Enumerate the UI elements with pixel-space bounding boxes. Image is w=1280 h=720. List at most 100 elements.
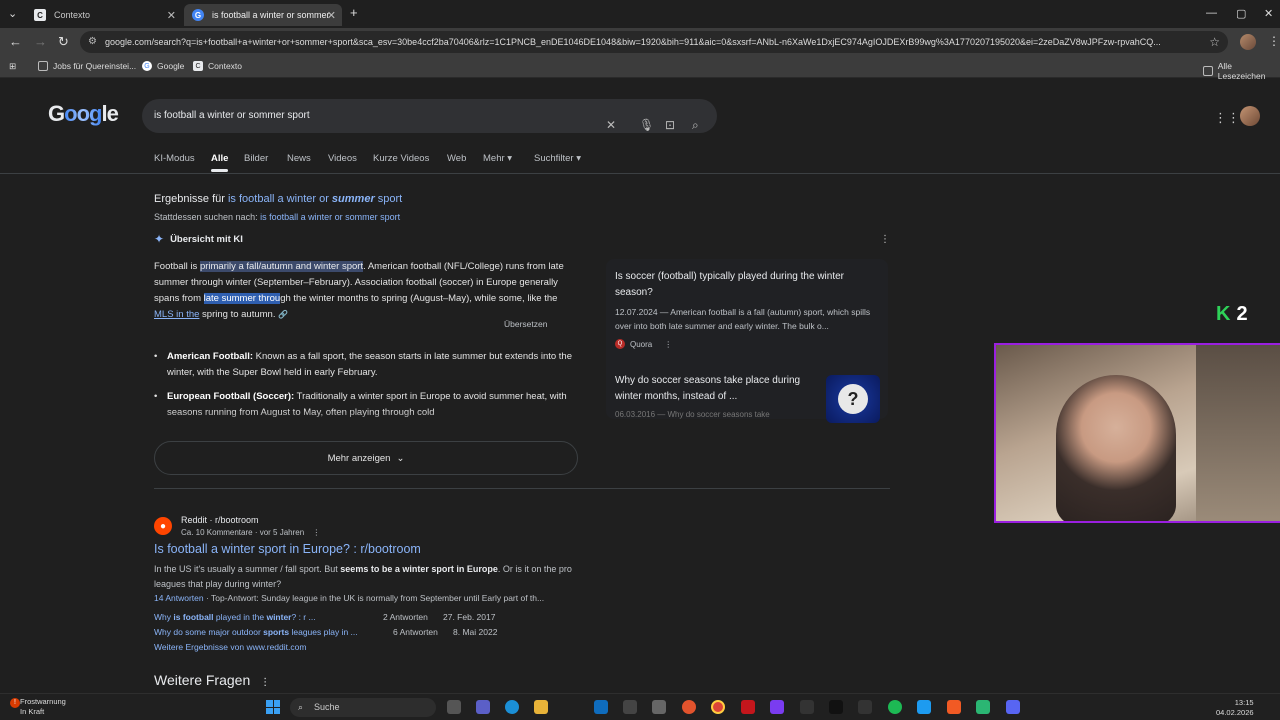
- ai-highlight: primarily a fall/autumn and winter sport: [199, 261, 364, 272]
- more-options-icon[interactable]: ⋮: [880, 234, 890, 245]
- close-tab-icon[interactable]: ✕: [327, 9, 336, 22]
- corrected-query-link[interactable]: is football a winter or summer sport: [228, 193, 402, 205]
- active-tab-indicator: [211, 169, 228, 172]
- clear-icon[interactable]: ✕: [606, 108, 616, 142]
- bookmark-contexto[interactable]: C Contexto: [193, 61, 242, 71]
- mls-link[interactable]: MLS in the: [154, 309, 199, 320]
- more-results-link[interactable]: Weitere Ergebnisse von www.reddit.com: [154, 642, 306, 652]
- search-instead: Stattdessen suchen nach: is football a w…: [154, 212, 400, 222]
- bookmark-google[interactable]: G Google: [142, 61, 184, 71]
- bookmark-label: Jobs für Quereinstei...: [53, 61, 137, 71]
- ai-text-part: spring to autumn.: [199, 309, 276, 320]
- link-icon[interactable]: 🔗: [278, 310, 288, 319]
- more-options-icon[interactable]: ⋮: [664, 340, 672, 349]
- show-more-button[interactable]: Mehr anzeigen ⌄: [154, 441, 578, 475]
- browser-tab-strip: ⌄ C Contexto ✕ G is football a winter or…: [0, 0, 1280, 28]
- translate-tooltip[interactable]: Übersetzen: [504, 319, 547, 329]
- task-view-icon[interactable]: [447, 700, 461, 714]
- app-icon[interactable]: [652, 700, 666, 714]
- app-icon[interactable]: [976, 700, 990, 714]
- teams-icon[interactable]: [476, 700, 490, 714]
- original-query-link[interactable]: is football a winter or sommer sport: [260, 212, 400, 222]
- close-tab-icon[interactable]: ✕: [167, 9, 176, 22]
- all-bookmarks[interactable]: Alle Lesezeichen: [1203, 61, 1280, 81]
- windows-taskbar: ! Frostwarnung In Kraft ⌕ Suche 13:15 04…: [0, 693, 1280, 720]
- result-title-link[interactable]: Is football a winter sport in Europe? : …: [154, 542, 421, 556]
- tab-web[interactable]: Web: [447, 153, 466, 164]
- browser-menu-icon[interactable]: ⋮: [1268, 34, 1280, 48]
- google-favicon-icon: G: [192, 9, 204, 21]
- google-logo[interactable]: Google: [48, 101, 119, 127]
- back-arrow-icon[interactable]: ←: [9, 34, 22, 49]
- close-window-icon[interactable]: ✕: [1264, 7, 1273, 20]
- address-bar[interactable]: ⚙ google.com/search?q=is+football+a+wint…: [80, 31, 1228, 53]
- google-account-avatar[interactable]: [1240, 106, 1260, 126]
- webcam-overlay: [994, 343, 1280, 523]
- app-icon[interactable]: [947, 700, 961, 714]
- tab-alle[interactable]: Alle: [211, 153, 228, 164]
- lens-icon[interactable]: ⊡: [665, 108, 675, 142]
- capcut-icon[interactable]: [858, 700, 872, 714]
- answers-link[interactable]: 14 Antworten: [154, 593, 204, 603]
- source-question-2[interactable]: Why do soccer seasons take place during …: [615, 373, 825, 405]
- taskbar-clock[interactable]: 13:15 04.02.2026: [1216, 698, 1254, 718]
- bookmark-jobs[interactable]: Jobs für Quereinstei...: [38, 61, 136, 71]
- store-icon[interactable]: [623, 700, 637, 714]
- taskbar-search[interactable]: ⌕ Suche: [290, 698, 436, 717]
- related-result-2[interactable]: Why do some major outdoor sports leagues…: [154, 627, 497, 637]
- new-tab-button[interactable]: +: [350, 5, 358, 20]
- tiktok-icon[interactable]: [829, 700, 843, 714]
- tab-suchfilter[interactable]: Suchfilter ▾: [534, 153, 581, 164]
- browser-profile-avatar[interactable]: [1240, 34, 1256, 50]
- tab-kurze-videos[interactable]: Kurze Videos: [373, 153, 429, 164]
- site-info-icon[interactable]: ⚙: [88, 31, 97, 53]
- chrome-icon[interactable]: [711, 700, 725, 714]
- app-icon[interactable]: [682, 700, 696, 714]
- search-icon[interactable]: ⌕: [692, 108, 699, 142]
- spell-prefix: Ergebnisse für: [154, 193, 228, 205]
- tab-bilder[interactable]: Bilder: [244, 153, 268, 164]
- question-thumbnail[interactable]: ?: [826, 375, 880, 423]
- source-quora[interactable]: Q Quora ⋮: [615, 339, 672, 349]
- file-explorer-icon[interactable]: [534, 700, 548, 714]
- edge-icon[interactable]: [505, 700, 519, 714]
- bookmark-label: Contexto: [208, 61, 243, 71]
- start-button[interactable]: [266, 700, 280, 714]
- result-site[interactable]: Reddit · r/bootroom: [181, 515, 259, 525]
- tab-videos[interactable]: Videos: [328, 153, 357, 164]
- discord-icon[interactable]: [1006, 700, 1020, 714]
- apps-grid-icon[interactable]: ⊞: [9, 61, 16, 72]
- app-icon[interactable]: [800, 700, 814, 714]
- spelling-correction: Ergebnisse für is football a winter or s…: [154, 193, 402, 205]
- logo-part: oog: [64, 101, 102, 126]
- related-result-1[interactable]: Why is football played in the winter? : …: [154, 612, 495, 622]
- source-question-1[interactable]: Is soccer (football) typically played du…: [615, 269, 883, 301]
- maximize-icon[interactable]: ▢: [1236, 7, 1246, 20]
- bookmark-star-icon[interactable]: ☆: [1209, 31, 1220, 53]
- tab-google-search[interactable]: G is football a winter or sommer spo ✕: [184, 4, 342, 26]
- reddit-icon: ●: [154, 517, 172, 535]
- app-icon[interactable]: [741, 700, 755, 714]
- tab-mehr[interactable]: Mehr ▾: [483, 153, 512, 164]
- minimize-icon[interactable]: —: [1206, 7, 1217, 19]
- forward-arrow-icon[interactable]: →: [34, 34, 47, 49]
- ai-overview-text: Football is primarily a fall/autumn and …: [154, 259, 579, 323]
- source-snippet-2: 06.03.2016 — Why do soccer seasons take: [615, 410, 770, 419]
- search-input[interactable]: is football a winter or sommer sport ✕ 🎙…: [142, 99, 717, 133]
- outlook-icon[interactable]: [594, 700, 608, 714]
- related-part: leagues play in ...: [289, 627, 358, 637]
- tab-news[interactable]: News: [287, 153, 311, 164]
- spotify-icon[interactable]: [888, 700, 902, 714]
- microphone-icon[interactable]: 🎙: [639, 108, 654, 142]
- tab-ki-modus[interactable]: KI-Modus: [154, 153, 195, 164]
- twitter-icon[interactable]: [917, 700, 931, 714]
- slack-icon[interactable]: [770, 700, 784, 714]
- reload-icon[interactable]: ↻: [58, 34, 69, 50]
- tab-search-icon[interactable]: ⌄: [8, 7, 17, 20]
- weather-widget[interactable]: ! Frostwarnung In Kraft: [10, 697, 66, 717]
- weather-sub: In Kraft: [20, 707, 45, 716]
- more-questions-heading: Weitere Fragen ⋮: [154, 672, 270, 688]
- more-options-icon[interactable]: ⋮: [312, 528, 320, 537]
- more-options-icon[interactable]: ⋮: [260, 677, 270, 688]
- tab-contexto[interactable]: C Contexto ✕: [26, 4, 182, 26]
